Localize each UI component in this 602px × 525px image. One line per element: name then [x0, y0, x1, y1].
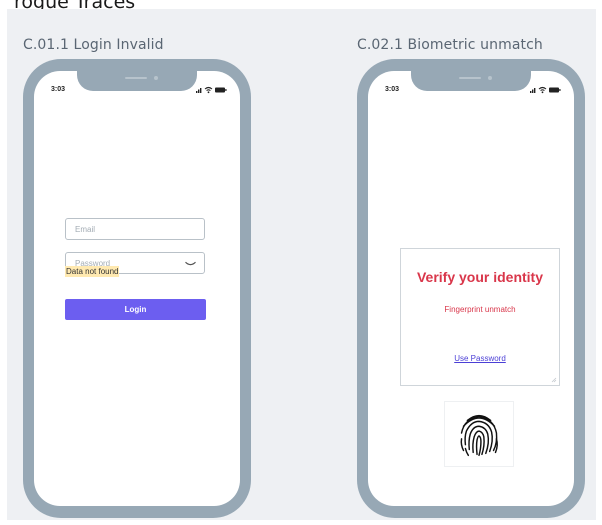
wifi-icon — [538, 86, 547, 94]
signal-icon — [530, 88, 536, 93]
phone-notch — [411, 71, 531, 91]
wifi-icon — [204, 86, 213, 94]
battery-icon — [215, 87, 227, 93]
frame-title-biometric-unmatch: C.02.1 Biometric unmatch — [357, 37, 543, 53]
login-button[interactable]: Login — [65, 299, 206, 320]
phone-frame-biometric: 3:03 Verify your identity Fingerprint un… — [357, 59, 585, 518]
use-password-link[interactable]: Use Password — [401, 354, 559, 363]
eye-closed-icon[interactable] — [185, 261, 196, 267]
status-icons — [530, 86, 561, 94]
fingerprint-button[interactable] — [444, 401, 514, 467]
dialog-error-subtitle: Fingerprint unmatch — [444, 305, 516, 314]
fingerprint-icon — [460, 414, 498, 457]
phone-frame-login: 3:03 Email Data not found Login — [23, 59, 251, 518]
speaker-grille — [459, 77, 481, 79]
status-icons — [196, 86, 227, 94]
camera-dot — [488, 76, 492, 80]
dialog-title: Verify your identity — [416, 269, 544, 285]
phone-screen-biometric: 3:03 Verify your identity Fingerprint un… — [368, 71, 574, 506]
email-field[interactable] — [65, 218, 205, 240]
error-message: Data not found — [65, 266, 120, 277]
design-board: C.01.1 Login Invalid 3:03 Email Data not… — [7, 9, 596, 520]
signal-icon — [196, 88, 202, 93]
verify-identity-dialog: Verify your identity Fingerprint unmatch… — [400, 248, 560, 386]
phone-notch — [77, 71, 197, 91]
speaker-grille — [125, 77, 147, 79]
frame-title-login-invalid: C.01.1 Login Invalid — [23, 37, 164, 53]
phone-screen-login: 3:03 Email Data not found Login — [34, 71, 240, 506]
status-time: 3:03 — [51, 86, 66, 93]
email-input[interactable] — [66, 219, 204, 240]
status-time: 3:03 — [385, 86, 400, 93]
resize-grip-icon — [551, 377, 557, 383]
battery-icon — [549, 87, 561, 93]
camera-dot — [154, 76, 158, 80]
